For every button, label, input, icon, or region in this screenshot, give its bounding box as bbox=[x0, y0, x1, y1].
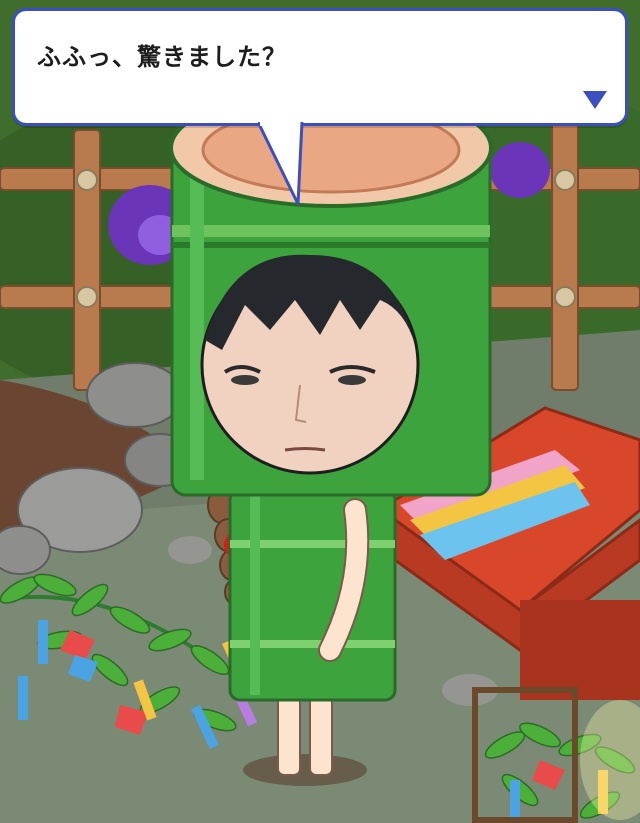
character-shadow bbox=[243, 754, 367, 786]
game-stage[interactable]: ふふっ、驚きました？ bbox=[0, 0, 640, 823]
triangle-down-icon[interactable] bbox=[583, 91, 607, 109]
dialog-text: ふふっ、驚きました？ bbox=[37, 43, 287, 71]
speech-bubble-tail bbox=[258, 122, 304, 205]
bamboo-body bbox=[228, 488, 397, 702]
face-photo bbox=[200, 254, 420, 475]
dialog-box[interactable]: ふふっ、驚きました？ bbox=[12, 8, 628, 126]
